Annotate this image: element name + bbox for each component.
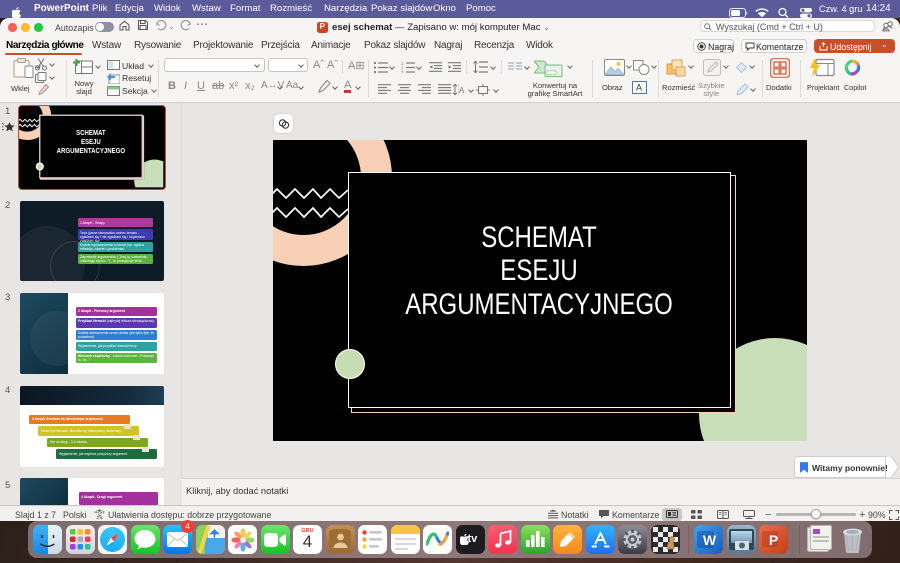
svg-text:A: A xyxy=(636,83,642,93)
svg-text:3: 3 xyxy=(401,70,404,73)
svg-text:A: A xyxy=(459,86,465,95)
